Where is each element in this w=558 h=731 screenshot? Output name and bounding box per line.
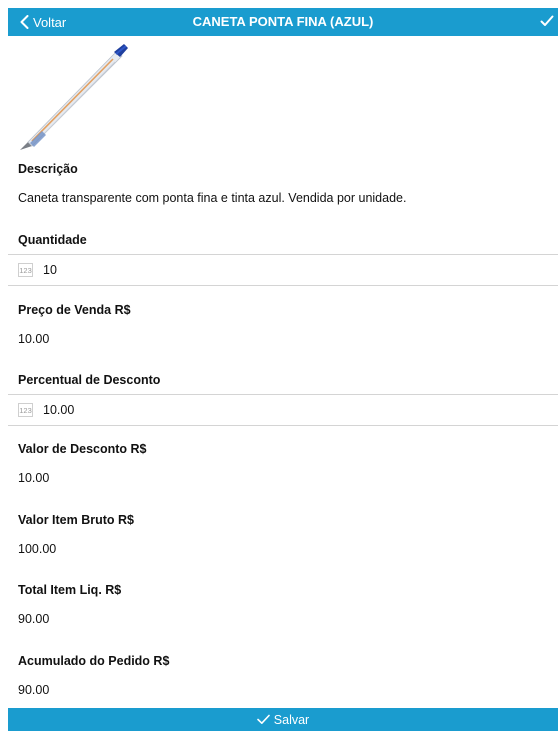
- quantity-field[interactable]: 123: [8, 255, 558, 285]
- back-button-label: Voltar: [33, 14, 67, 30]
- numeric-keypad-icon: 123: [18, 403, 33, 417]
- discount-percent-field[interactable]: 123: [8, 395, 558, 425]
- sale-price-value: 10.00: [18, 332, 50, 346]
- gross-value-label: Valor Item Bruto R$: [18, 513, 134, 527]
- chevron-left-icon: [20, 15, 29, 29]
- quantity-label: Quantidade: [18, 233, 87, 247]
- description-text: Caneta transparente com ponta fina e tin…: [18, 191, 407, 205]
- back-button[interactable]: Voltar: [20, 8, 66, 36]
- order-accumulated-label: Acumulado do Pedido R$: [18, 654, 170, 668]
- svg-text:123: 123: [19, 266, 32, 275]
- discount-value-label: Valor de Desconto R$: [18, 442, 147, 456]
- description-label: Descrição: [18, 162, 78, 176]
- net-total-label: Total Item Liq. R$: [18, 583, 122, 597]
- confirm-checkmark-icon[interactable]: [540, 14, 554, 28]
- checkmark-icon: [256, 714, 270, 724]
- page-title: CANETA PONTA FINA (AZUL): [192, 14, 374, 29]
- discount-value: 10.00: [18, 471, 50, 485]
- save-button-label: Salvar: [273, 712, 310, 727]
- divider: [8, 425, 558, 426]
- save-button[interactable]: Salvar: [8, 708, 558, 731]
- quantity-input[interactable]: [43, 263, 243, 277]
- divider: [8, 285, 558, 286]
- navigation-bar: Voltar CANETA PONTA FINA (AZUL): [8, 8, 558, 36]
- discount-percent-label: Percentual de Desconto: [18, 373, 161, 387]
- svg-text:123: 123: [19, 406, 32, 415]
- order-accumulated-value: 90.00: [18, 683, 50, 697]
- discount-percent-input[interactable]: [43, 403, 243, 417]
- numeric-keypad-icon: 123: [18, 263, 33, 277]
- sale-price-label: Preço de Venda R$: [18, 303, 131, 317]
- gross-value: 100.00: [18, 542, 57, 556]
- net-total-value: 90.00: [18, 612, 50, 626]
- pen-image: [20, 44, 128, 150]
